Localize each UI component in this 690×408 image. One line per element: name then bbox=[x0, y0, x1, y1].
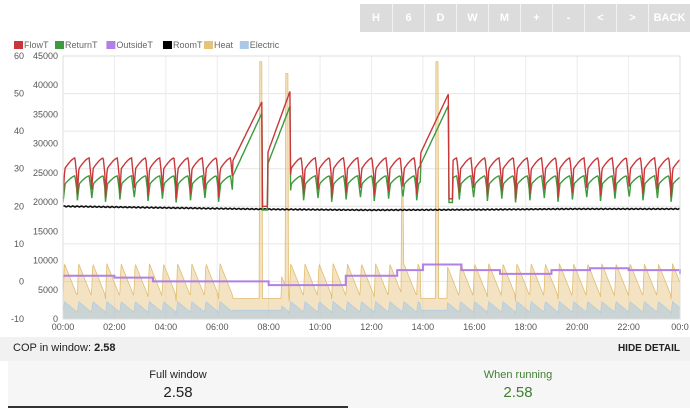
when-running-title: When running bbox=[483, 369, 553, 381]
x-tick-label: 10:00 bbox=[309, 322, 332, 332]
top-bar: H 6 D W M + - < > BACK bbox=[0, 0, 690, 35]
y-left-tick-label: 40 bbox=[14, 126, 24, 136]
six-hour-button[interactable]: 6 bbox=[392, 4, 424, 32]
x-tick-label: 16:00 bbox=[463, 322, 486, 332]
zoom-toolbar: H 6 D W M + - < > BACK bbox=[360, 4, 690, 32]
day-button[interactable]: D bbox=[424, 4, 456, 32]
legend-label: Heat bbox=[214, 40, 234, 50]
y-left-tick-label: 30 bbox=[14, 164, 24, 174]
x-tick-label: 18:00 bbox=[514, 322, 537, 332]
x-tick-label: 14:00 bbox=[412, 322, 435, 332]
when-running-stat[interactable]: When running 2.58 bbox=[348, 361, 688, 408]
heat-pump-chart[interactable]: FlowT ReturnT OutsideT RoomT Heat Electric 60 5… bbox=[0, 35, 690, 337]
pan-right-button[interactable]: > bbox=[616, 4, 648, 32]
y-right-tick-label: 25000 bbox=[33, 168, 58, 178]
y-left-tick-label: 0 bbox=[19, 276, 24, 286]
pan-left-button[interactable]: < bbox=[584, 4, 616, 32]
cop-bar: COP in window: 2.58 HIDE DETAIL bbox=[0, 337, 690, 361]
y-left-tick-label: 50 bbox=[14, 89, 24, 99]
week-button[interactable]: W bbox=[456, 4, 488, 32]
y-left-tick-label: -10 bbox=[11, 314, 24, 324]
y-right-tick-label: 30000 bbox=[33, 139, 58, 149]
zoom-in-button[interactable]: + bbox=[520, 4, 552, 32]
y-left-tick-label: 10 bbox=[14, 239, 24, 249]
legend-label: FlowT bbox=[24, 40, 49, 50]
month-button[interactable]: M bbox=[488, 4, 520, 32]
x-tick-label: 08:00 bbox=[257, 322, 280, 332]
stats-panel: Full window 2.58 When running 2.58 bbox=[8, 361, 690, 408]
x-tick-label: 00:00 bbox=[52, 322, 75, 332]
y-right-tick-label: 45000 bbox=[33, 51, 58, 61]
chart-area[interactable]: FlowT ReturnT OutsideT RoomT Heat Electric 60 5… bbox=[0, 35, 690, 337]
x-tick-label: 06:00 bbox=[206, 322, 229, 332]
y-right-tick-label: 35000 bbox=[33, 109, 58, 119]
y-right-tick-label: 15000 bbox=[33, 226, 58, 236]
cop-label: COP in window: 2.58 bbox=[13, 342, 116, 354]
legend-label: RoomT bbox=[173, 40, 203, 50]
y-right-tick-label: 5000 bbox=[38, 285, 58, 295]
y-left-tick-label: 60 bbox=[14, 51, 24, 61]
x-tick-label: 22:00 bbox=[617, 322, 640, 332]
hide-detail-button[interactable]: HIDE DETAIL bbox=[618, 343, 680, 354]
zoom-out-button[interactable]: - bbox=[552, 4, 584, 32]
cop-value: 2.58 bbox=[94, 342, 116, 354]
legend-label: OutsideT bbox=[116, 40, 153, 50]
legend-label: Electric bbox=[250, 40, 280, 50]
hour-button[interactable]: H bbox=[360, 4, 392, 32]
back-button[interactable]: BACK bbox=[648, 4, 690, 32]
x-tick-label: 02:00 bbox=[103, 322, 126, 332]
y-right-tick-label: 20000 bbox=[33, 197, 58, 207]
full-window-value: 2.58 bbox=[163, 384, 193, 401]
cop-label-text: COP in window: bbox=[13, 342, 92, 354]
x-tick-label: 20:00 bbox=[566, 322, 589, 332]
y-left-tick-label: 20 bbox=[14, 201, 24, 211]
x-tick-label: 12:00 bbox=[360, 322, 383, 332]
x-tick-label: 04:00 bbox=[155, 322, 178, 332]
y-right-tick-label: 10000 bbox=[33, 256, 58, 266]
full-window-stat[interactable]: Full window 2.58 bbox=[8, 361, 348, 408]
legend-swatch bbox=[106, 41, 116, 49]
when-running-value: 2.58 bbox=[503, 384, 533, 401]
x-tick-label: 00:0 bbox=[671, 322, 689, 332]
legend-swatch bbox=[163, 41, 172, 49]
y-right-tick-label: 40000 bbox=[33, 80, 58, 90]
legend-swatch bbox=[204, 41, 213, 49]
legend-swatch bbox=[239, 41, 249, 49]
legend-swatch bbox=[55, 41, 64, 49]
legend-label: ReturnT bbox=[65, 40, 98, 50]
full-window-title: Full window bbox=[149, 369, 207, 381]
legend-swatch bbox=[14, 41, 23, 49]
